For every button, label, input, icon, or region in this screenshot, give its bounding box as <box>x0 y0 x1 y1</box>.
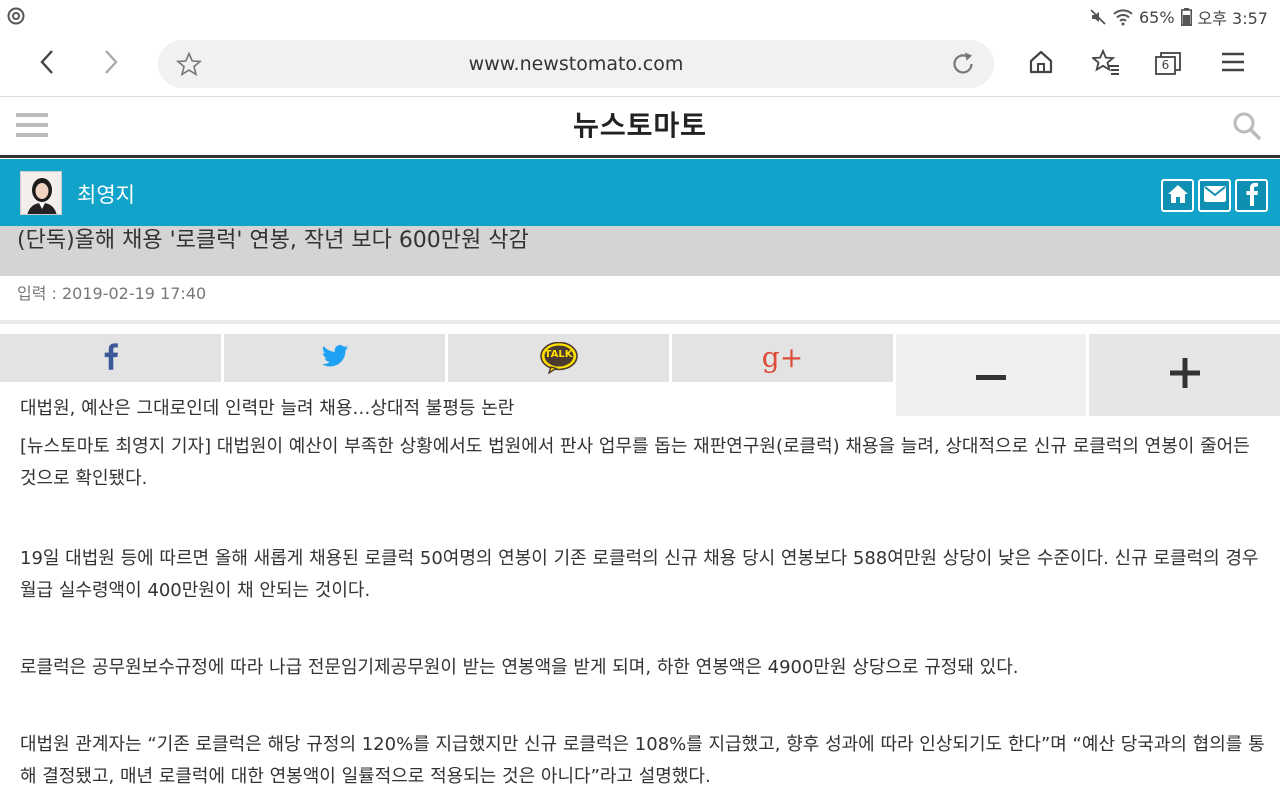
author-bar: 최영지 <box>0 159 1280 226</box>
status-bar: 65% 오후 3:57 <box>0 0 1280 34</box>
battery-icon <box>1180 8 1192 26</box>
facebook-icon <box>103 342 119 374</box>
menu-icon <box>1221 51 1245 77</box>
kakaotalk-label: TALK <box>544 349 573 360</box>
share-googleplus-button[interactable]: g+ <box>672 334 893 382</box>
site-logo[interactable]: 뉴스토마토 <box>0 97 1280 155</box>
plus-icon <box>1169 358 1200 392</box>
article-date: 입력 : 2019-02-19 17:40 <box>17 284 207 303</box>
back-icon <box>39 49 55 79</box>
browser-menu-button[interactable] <box>1211 44 1255 84</box>
back-button[interactable] <box>27 44 67 84</box>
bookmarks-icon <box>1090 48 1120 79</box>
kakaotalk-icon: TALK <box>539 342 578 374</box>
forward-button[interactable] <box>91 44 131 84</box>
home-button[interactable] <box>1019 44 1063 84</box>
tabs-button[interactable]: 6 <box>1146 44 1190 84</box>
article-paragraph: 로클럭은 공무원보수규정에 따라 나급 전문임기제공무원이 받는 연봉액을 받게… <box>20 657 1019 678</box>
mail-icon <box>1203 185 1226 206</box>
browser-toolbar: www.newstomato.com 6 <box>0 34 1280 96</box>
url-text[interactable]: www.newstomato.com <box>158 40 994 88</box>
article-paragraph: 대법원 관계자는 “기존 로클럭은 해당 규정의 120%를 지급했지만 신규 … <box>20 734 1265 787</box>
author-facebook-button[interactable] <box>1235 179 1268 212</box>
article-paragraph: [뉴스토마토 최영지 기자] 대법원이 예산이 부족한 상황에서도 법원에서 판… <box>20 436 1250 489</box>
author-name[interactable]: 최영지 <box>77 179 135 209</box>
share-twitter-button[interactable] <box>224 334 445 382</box>
headline-box: (단독)올해 채용 '로클럭' 연봉, 작년 보다 600만원 삭감 <box>0 226 1280 276</box>
author-email-button[interactable] <box>1198 179 1231 212</box>
minus-icon <box>976 366 1006 385</box>
googleplus-icon: g+ <box>761 341 804 374</box>
tabs-icon: 6 <box>1154 51 1182 77</box>
search-icon[interactable] <box>1232 111 1262 145</box>
share-facebook-button[interactable] <box>0 334 221 382</box>
forward-icon <box>103 49 119 79</box>
home-icon <box>1167 184 1189 208</box>
share-kakaotalk-button[interactable]: TALK <box>448 334 669 382</box>
author-home-button[interactable] <box>1161 179 1194 212</box>
address-bar[interactable]: www.newstomato.com <box>158 40 994 88</box>
bookmarks-button[interactable] <box>1084 44 1128 84</box>
site-header: 뉴스토마토 <box>0 96 1280 158</box>
zoom-in-button[interactable] <box>1089 334 1280 416</box>
clock: 오후 3:57 <box>1197 9 1268 28</box>
twitter-icon <box>321 345 349 371</box>
facebook-icon <box>1245 182 1259 210</box>
avatar <box>20 171 62 215</box>
article-subtitle: 대법원, 예산은 그대로인데 인력만 늘려 채용…상대적 불평등 논란 <box>20 398 515 419</box>
battery-percent: 65% <box>1138 7 1175 27</box>
app-icon <box>6 6 26 26</box>
mute-icon <box>1089 8 1107 26</box>
article-paragraph: 19일 대법원 등에 따르면 올해 새롭게 채용된 로클럭 50여명의 연봉이 … <box>20 548 1259 601</box>
divider <box>0 320 1280 324</box>
reload-icon[interactable] <box>950 51 976 81</box>
tab-count: 6 <box>1161 58 1170 72</box>
article-title: (단독)올해 채용 '로클럭' 연봉, 작년 보다 600만원 삭감 <box>17 228 529 253</box>
wifi-icon <box>1113 8 1133 26</box>
zoom-out-button[interactable] <box>896 334 1086 416</box>
home-icon <box>1028 49 1054 79</box>
